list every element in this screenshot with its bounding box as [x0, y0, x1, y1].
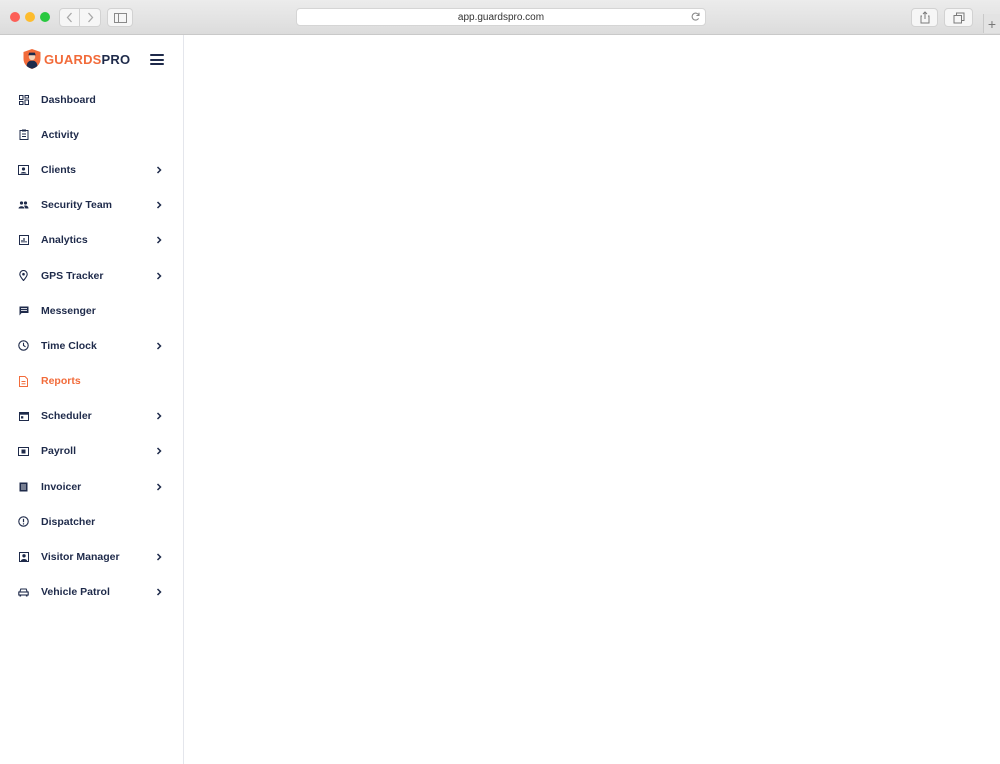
chevron-right-icon [156, 201, 162, 209]
chevron-right-icon [156, 272, 162, 280]
sidebar-item-label: Vehicle Patrol [41, 586, 110, 599]
document-icon [18, 375, 29, 387]
guard-shield-icon [23, 49, 41, 69]
chevron-left-icon [66, 12, 72, 23]
plus-icon: + [987, 15, 997, 32]
people-icon [18, 200, 29, 211]
url-text: app.guardspro.com [457, 11, 545, 23]
menu-toggle-button[interactable] [150, 54, 164, 65]
sidebar-item-analytics[interactable]: Analytics [0, 223, 183, 258]
brand-name-part1: GUARDS [44, 51, 102, 67]
contact-card-icon [18, 164, 29, 175]
sidebar-item-visitor-manager[interactable]: Visitor Manager [0, 539, 183, 574]
main-content [184, 35, 1000, 764]
back-button[interactable] [59, 8, 80, 27]
clipboard-icon [18, 129, 29, 141]
chevron-right-icon [87, 12, 93, 23]
chevron-right-icon [156, 166, 162, 174]
sidebar-item-reports[interactable]: Reports [0, 364, 183, 399]
sidebar-item-label: GPS Tracker [41, 269, 104, 282]
sidebar-item-label: Invoicer [41, 480, 82, 493]
clock-icon [18, 340, 29, 352]
sidebar-item-label: Activity [41, 128, 79, 141]
sidebar-item-security-team[interactable]: Security Team [0, 188, 183, 223]
sidebar-item-clients[interactable]: Clients [0, 152, 183, 187]
sidebar-item-vehicle-patrol[interactable]: Vehicle Patrol [0, 575, 183, 610]
chevron-right-icon [156, 447, 162, 455]
sidebar-item-label: Visitor Manager [41, 551, 120, 564]
browser-toolbar: app.guardspro.com + [0, 0, 1000, 35]
share-icon [920, 11, 929, 24]
maximize-window-button[interactable] [40, 12, 50, 22]
calendar-icon [18, 411, 29, 422]
car-icon [18, 587, 29, 598]
sidebar-item-messenger[interactable]: Messenger [0, 293, 183, 328]
sidebar: GUARDSPRO Dashboard Activity Clients Sec… [0, 35, 184, 764]
location-pin-icon [18, 270, 29, 282]
sidebar-item-label: Reports [41, 375, 81, 388]
share-button[interactable] [911, 8, 938, 27]
sidebar-item-scheduler[interactable]: Scheduler [0, 399, 183, 434]
dashboard-icon [18, 94, 29, 105]
sidebar-item-label: Payroll [41, 445, 77, 458]
show-tabs-button[interactable] [944, 8, 973, 27]
brand-name: GUARDSPRO [44, 52, 130, 67]
reload-icon[interactable] [690, 11, 701, 22]
chevron-right-icon [156, 483, 162, 491]
bar-chart-icon [18, 235, 29, 246]
chevron-right-icon [156, 236, 162, 244]
sidebar-toggle-button[interactable] [107, 8, 133, 27]
sidebar-item-label: Dashboard [41, 93, 96, 106]
hamburger-icon [150, 54, 164, 56]
sidebar-item-label: Clients [41, 163, 77, 176]
sidebar-item-activity[interactable]: Activity [0, 117, 183, 152]
sidebar-item-label: Security Team [41, 199, 113, 212]
sidebar-item-payroll[interactable]: Payroll [0, 434, 183, 469]
sidebar-item-label: Analytics [41, 234, 88, 247]
visitor-icon [18, 552, 29, 563]
alert-icon [18, 516, 29, 528]
chevron-right-icon [156, 588, 162, 596]
forward-button[interactable] [80, 8, 101, 27]
address-bar[interactable]: app.guardspro.com [296, 8, 706, 26]
invoice-icon [18, 481, 29, 492]
sidebar-item-label: Time Clock [41, 339, 97, 352]
sidebar-item-label: Messenger [41, 304, 96, 317]
tabs-icon [953, 12, 964, 23]
chevron-right-icon [156, 342, 162, 350]
sidebar-menu: Dashboard Activity Clients Security Team [0, 82, 183, 610]
brand-name-part2: PRO [101, 51, 131, 67]
new-tab-button[interactable]: + [983, 14, 1000, 33]
sidebar-item-label: Scheduler [41, 410, 92, 423]
sidebar-item-gps-tracker[interactable]: GPS Tracker [0, 258, 183, 293]
sidebar-item-label: Dispatcher [41, 515, 96, 528]
sidebar-item-dispatcher[interactable]: Dispatcher [0, 504, 183, 539]
sidebar-item-time-clock[interactable]: Time Clock [0, 328, 183, 363]
sidebar-item-invoicer[interactable]: Invoicer [0, 469, 183, 504]
chevron-right-icon [156, 412, 162, 420]
money-icon [18, 446, 29, 457]
sidebar-item-dashboard[interactable]: Dashboard [0, 82, 183, 117]
close-window-button[interactable] [10, 12, 20, 22]
sidebar-icon [113, 12, 127, 23]
message-icon [18, 305, 29, 316]
minimize-window-button[interactable] [25, 12, 35, 22]
brand-logo[interactable]: GUARDSPRO [22, 48, 130, 70]
chevron-right-icon [156, 553, 162, 561]
